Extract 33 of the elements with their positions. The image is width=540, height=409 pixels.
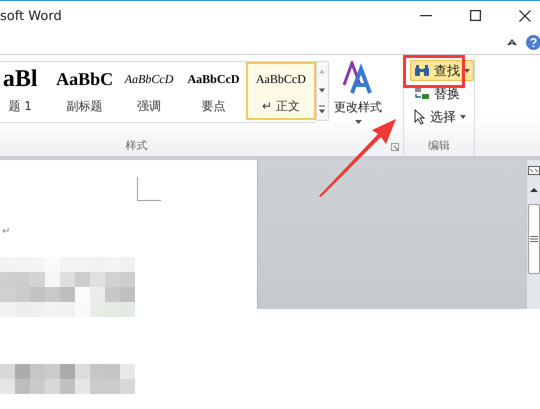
scroll-up-icon[interactable] [528,186,538,194]
cursor-icon [414,108,426,124]
vertical-scrollbar[interactable] [526,160,540,309]
dialog-launcher-icon[interactable] [391,143,399,151]
ruler-toggle-icon[interactable] [528,164,540,176]
maximize-icon[interactable] [470,10,481,21]
scroll-thumb[interactable] [528,204,540,274]
editing-button[interactable]: 替换 [410,83,464,104]
style-item[interactable]: AaBbCcD ↵ 正文 [246,62,316,120]
change-styles-button[interactable]: 更改样式 [329,61,387,134]
paragraph-mark: ↵ [2,226,10,237]
help-icon[interactable] [526,34,540,50]
style-item[interactable]: aBl 题 1 [0,62,52,120]
highlight-box [403,55,465,88]
editing-button[interactable]: 查找 [410,60,474,81]
caret-icon [464,68,470,72]
replace-icon [414,86,430,101]
binoculars-icon [414,64,430,77]
collapse-ribbon-icon[interactable] [507,38,517,46]
margin-corner-mark [137,177,161,201]
caret-icon [354,120,362,124]
grip-icon [530,236,538,242]
style-item[interactable]: AaBbC 副标题 [52,62,117,120]
editing-button[interactable]: 选择 [410,106,470,127]
window-title: soft Word [0,8,62,24]
group-label: 编辑 [428,138,450,152]
style-item[interactable]: AaBbCcD 强调 [116,62,182,120]
style-item[interactable]: AaBbCcD 要点 [181,62,246,120]
caret-icon [460,114,466,118]
group-label: 样式 [126,138,148,152]
letter-a-icon [342,61,374,95]
close-icon[interactable] [519,10,531,22]
minimize-icon[interactable] [420,14,432,16]
